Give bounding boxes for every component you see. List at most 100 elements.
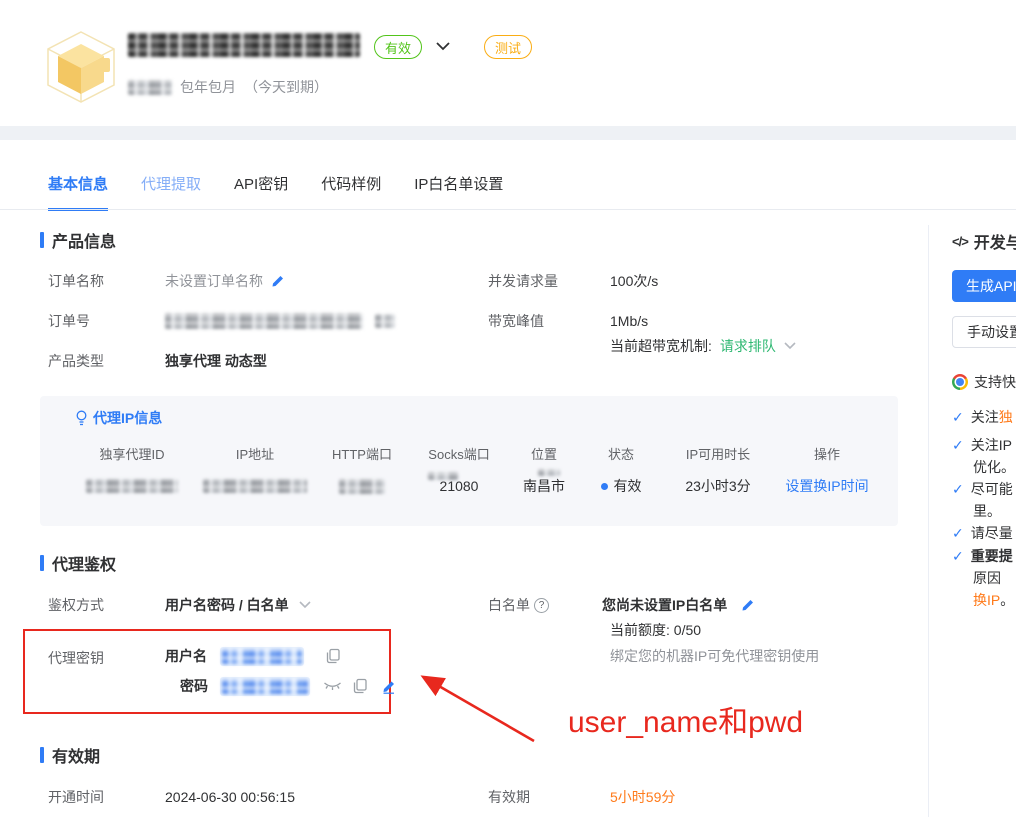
socks-port-partial-redaction <box>428 472 458 480</box>
section-bar <box>40 232 44 248</box>
tip-text: 关注 <box>971 409 999 425</box>
http-port-redacted <box>339 479 385 494</box>
over-bandwidth-value[interactable]: 请求排队 <box>720 336 776 356</box>
proxy-ip-info-box: 代理IP信息 独享代理ID IP地址 HTTP端口 Socks端口 位置 状态 … <box>40 396 898 526</box>
tip-item: ✓ 关注IP <box>952 434 1012 456</box>
col-location: 位置 <box>508 444 580 463</box>
proxy-table-row: 21080 南昌市 有效 23小时3分 设置换IP时间 <box>68 474 880 498</box>
password-value-redacted <box>220 677 310 696</box>
location-partial-redaction <box>538 469 560 476</box>
set-ip-change-time-link[interactable]: 设置换IP时间 <box>785 476 868 496</box>
sidebar-title: 开发与 <box>974 229 1016 253</box>
tab-code-sample[interactable]: 代码样例 <box>321 173 381 211</box>
col-socks-port: Socks端口 <box>410 444 508 463</box>
auth-method-value: 用户名密码 / 白名单 <box>165 595 289 615</box>
col-status: 状态 <box>580 444 662 463</box>
tip-text-end: 。 <box>1000 592 1014 608</box>
section-product-info-title: 产品信息 <box>52 228 116 252</box>
section-bar <box>40 555 44 571</box>
plan-type-label: 包年包月 <box>180 77 236 97</box>
status-badge-label: 有效 <box>385 38 411 57</box>
tip-text: 关注IP <box>971 434 1012 456</box>
product-cube-icon <box>44 28 118 106</box>
check-icon: ✓ <box>952 522 964 544</box>
test-badge-label: 测试 <box>495 38 521 57</box>
order-name-label: 订单名称 <box>48 271 165 291</box>
edit-order-name-icon[interactable] <box>271 274 285 288</box>
tip-item: ✓ 重要提 <box>952 545 1013 567</box>
order-no-label: 订单号 <box>48 311 165 331</box>
order-subline: 包年包月 （今天到期） <box>128 78 328 96</box>
dev-sidebar: </> 开发与 生成API 手动设置 支持快 ✓ 关注独 ✓ 关注IP 优化。 <box>952 140 1016 817</box>
check-icon: ✓ <box>952 545 964 567</box>
tip-text-line2: 优化。 <box>973 456 1015 478</box>
col-ip-duration: IP可用时长 <box>662 444 774 463</box>
validity-label: 有效期 <box>488 787 610 807</box>
status-badge: 有效 <box>374 35 422 59</box>
proxy-ip-info-title: 代理IP信息 <box>93 408 162 428</box>
change-ip-link[interactable]: 换IP <box>973 592 1000 608</box>
bulb-icon <box>75 410 88 426</box>
col-proxy-id: 独享代理ID <box>68 444 196 463</box>
order-header: 有效 测试 包年包月 （今天到期） <box>0 0 1016 126</box>
bandwidth-label: 带宽峰值 <box>488 311 610 331</box>
over-bandwidth-label: 当前超带宽机制: <box>610 336 712 356</box>
edit-password-icon[interactable] <box>381 679 396 694</box>
tab-basic-info[interactable]: 基本信息 <box>48 173 108 211</box>
ip-duration-value: 23小时3分 <box>662 476 774 496</box>
open-time-value: 2024-06-30 00:56:15 <box>165 789 295 805</box>
tab-proxy-extract[interactable]: 代理提取 <box>141 173 201 211</box>
credentials-highlight-box <box>23 629 391 714</box>
username-value-redacted <box>220 647 304 666</box>
order-no-redacted <box>165 313 363 329</box>
tip-highlight[interactable]: 独 <box>999 409 1013 425</box>
annotation-text: user_name和pwd <box>568 697 803 741</box>
proxy-table-header: 独享代理ID IP地址 HTTP端口 Socks端口 位置 状态 IP可用时长 … <box>68 444 880 463</box>
col-actions: 操作 <box>774 444 880 463</box>
tab-ip-whitelist[interactable]: IP白名单设置 <box>414 173 503 211</box>
concurrency-label: 并发请求量 <box>488 271 610 291</box>
sidebar-divider <box>928 225 929 817</box>
concurrency-value: 100次/s <box>610 271 658 291</box>
status-value: 有效 <box>614 476 642 496</box>
copy-password-icon[interactable] <box>353 678 368 694</box>
tip-item: ✓ 请尽量 <box>952 522 1013 544</box>
auth-method-label: 鉴权方式 <box>48 595 165 615</box>
generate-api-button[interactable]: 生成API <box>952 270 1016 302</box>
status-chevron-down-icon[interactable] <box>436 42 450 51</box>
proxy-key-label: 代理密钥 <box>48 648 104 668</box>
tip-text-line2: 里。 <box>973 500 1001 522</box>
edit-whitelist-icon[interactable] <box>741 598 755 612</box>
auth-method-chevron-down-icon[interactable] <box>299 601 311 609</box>
bandwidth-value: 1Mb/s <box>610 313 648 329</box>
chrome-icon <box>952 374 968 390</box>
section-validity-title: 有效期 <box>52 743 100 767</box>
tip-text: 尽可能 <box>971 478 1013 500</box>
username-label: 用户名 <box>165 646 220 666</box>
password-label: 密码 <box>180 676 220 696</box>
col-http-port: HTTP端口 <box>314 444 410 463</box>
support-text: 支持快 <box>974 372 1016 392</box>
product-type-label: 产品类型 <box>48 351 165 371</box>
check-icon: ✓ <box>952 434 964 456</box>
open-time-label: 开通时间 <box>48 787 165 807</box>
test-badge: 测试 <box>484 35 532 59</box>
section-product-info: 产品信息 <box>40 228 116 252</box>
copy-username-icon[interactable] <box>326 648 341 664</box>
section-bar <box>40 747 44 763</box>
tab-bar-divider <box>0 209 1016 210</box>
order-no-redacted-2 <box>375 314 395 328</box>
toggle-password-visibility-icon[interactable] <box>323 680 342 692</box>
tip-text-line2: 原因 <box>973 567 1001 589</box>
due-note: （今天到期） <box>244 77 328 97</box>
mechanism-chevron-down-icon[interactable] <box>784 342 796 350</box>
manual-setting-button[interactable]: 手动设置 <box>952 316 1016 348</box>
ip-address-redacted <box>203 479 307 493</box>
generate-api-button-label: 生成API <box>966 276 1016 296</box>
socks-port-value: 21080 <box>440 478 479 494</box>
whitelist-hint: 绑定您的机器IP可免代理密钥使用 <box>610 646 819 666</box>
whitelist-help-icon[interactable]: ? <box>534 598 549 613</box>
order-name-value: 未设置订单名称 <box>165 271 263 291</box>
tab-api-key[interactable]: API密钥 <box>234 173 288 211</box>
whitelist-quota: 当前额度: 0/50 <box>610 620 701 640</box>
